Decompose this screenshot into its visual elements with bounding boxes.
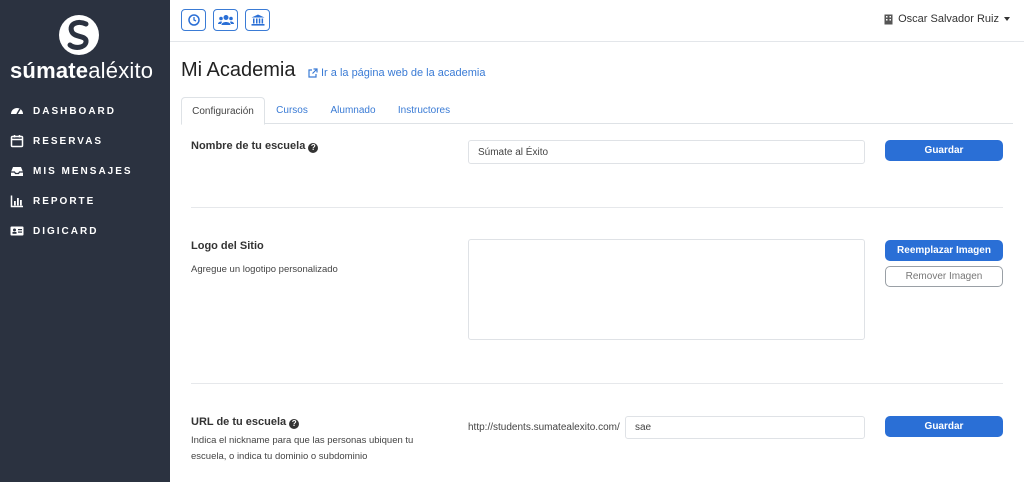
site-logo-description: Agregue un logotipo personalizado [191,264,338,275]
chevron-down-icon [1004,17,1010,21]
tab-configuracion[interactable]: Configuración [181,97,265,125]
logo-preview-area[interactable] [468,239,865,340]
school-url-label-text: URL de tu escuela [191,416,287,428]
chart-icon [10,195,23,208]
section-divider [191,383,1003,384]
sidebar-item-label: REPORTE [33,195,96,207]
institution-icon [251,14,264,26]
school-name-label: Nombre de tu escuela? [191,140,319,153]
sidebar-item-dashboard[interactable]: DASHBOARD [0,96,170,126]
brand-name: súmatealéxito [10,58,153,84]
save-school-url-button[interactable]: Guardar [885,416,1003,437]
save-school-name-button[interactable]: Guardar [885,140,1003,161]
user-name: Oscar Salvador Ruiz [898,13,999,25]
sidebar-item-label: DIGICARD [33,225,99,237]
school-name-label-text: Nombre de tu escuela [191,140,306,152]
tab-alumnado[interactable]: Alumnado [321,97,385,124]
school-url-description-line1: Indica el nickname para que las personas… [191,435,414,446]
school-url-label: URL de tu escuela? [191,416,300,429]
dashboard-icon [11,108,23,115]
sidebar-nav: DASHBOARD RESERVAS MIS MENSAJES REPORTE … [0,96,170,246]
tab-instructores[interactable]: Instructores [389,97,459,124]
clock-icon [187,14,200,26]
calendar-icon [10,135,24,148]
sidebar-item-label: DASHBOARD [33,105,116,117]
sidebar-item-label: RESERVAS [33,135,104,147]
brand-logo-icon [59,15,99,55]
school-url-input[interactable]: sae [625,416,865,439]
sidebar-item-reservas[interactable]: RESERVAS [0,126,170,156]
brand-name-bold: súmate [10,58,89,83]
building-icon [884,14,893,24]
question-circle-icon[interactable]: ? [289,419,300,429]
section-divider [191,207,1003,208]
clock-button[interactable] [181,9,206,31]
site-logo-label: Logo del Sitio [191,240,264,252]
sidebar-item-label: MIS MENSAJES [33,165,133,177]
school-name-input[interactable]: Súmate al Éxito [468,140,865,164]
academy-website-link[interactable]: Ir a la página web de la academia [308,67,486,79]
institution-button[interactable] [245,9,270,31]
user-menu[interactable]: Oscar Salvador Ruiz [884,13,1010,25]
url-prefix: http://students.sumatealexito.com/ [468,422,620,433]
external-link-icon [308,68,318,78]
remove-image-button[interactable]: Remover Imagen [885,266,1003,287]
question-circle-icon[interactable]: ? [308,143,319,153]
tab-cursos[interactable]: Cursos [268,97,316,124]
school-url-description-line2: escuela, o indica tu dominio o subdomini… [191,451,368,462]
brand-name-light: aléxito [88,58,154,83]
academy-website-link-label: Ir a la página web de la academia [321,67,486,79]
users-icon [217,15,234,25]
top-bar: Oscar Salvador Ruiz [170,0,1024,42]
page-title: Mi Academia [181,59,296,81]
id-card-icon [10,226,24,236]
inbox-icon [11,167,23,176]
sidebar-item-reporte[interactable]: REPORTE [0,186,170,216]
sidebar-item-mis-mensajes[interactable]: MIS MENSAJES [0,156,170,186]
sidebar-item-digicard[interactable]: DIGICARD [0,216,170,246]
tabs: Configuración Cursos Alumnado Instructor… [181,97,1013,125]
sidebar: súmatealéxito DASHBOARD RESERVAS MIS MEN… [0,0,170,482]
users-button[interactable] [213,9,238,31]
replace-image-button[interactable]: Reemplazar Imagen [885,240,1003,261]
